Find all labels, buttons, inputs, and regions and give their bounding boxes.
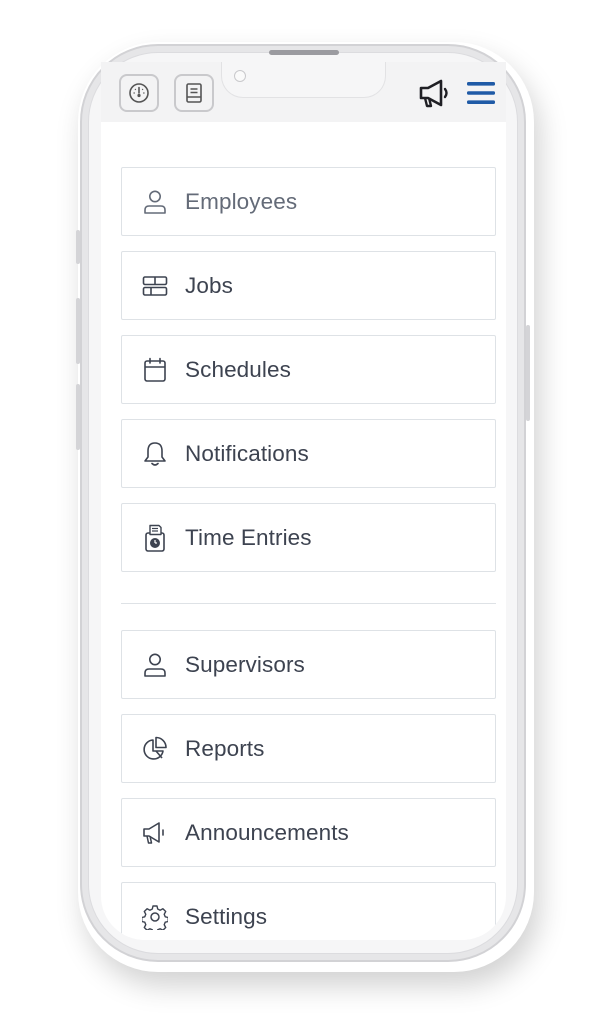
- user-icon: [142, 652, 168, 678]
- dashboard-gauge-icon: [129, 83, 149, 103]
- document-button[interactable]: [174, 74, 214, 112]
- app-screen: Employees Jobs Schedules Notifications T…: [101, 62, 506, 940]
- megaphone-icon: [142, 820, 168, 846]
- menu-item-label: Reports: [185, 735, 265, 761]
- phone-speaker: [269, 50, 339, 55]
- phone-side-button: [76, 298, 80, 364]
- menu-item-announcements[interactable]: Announcements: [121, 798, 496, 867]
- jobs-icon: [142, 273, 168, 299]
- bell-icon: [142, 441, 168, 467]
- hamburger-menu-button[interactable]: [465, 78, 497, 108]
- megaphone-icon: [419, 79, 448, 108]
- menu-item-time-entries[interactable]: Time Entries: [121, 503, 496, 572]
- menu-item-label: Announcements: [185, 819, 349, 845]
- menu-item-label: Jobs: [185, 272, 233, 298]
- phone-notch: [221, 62, 386, 98]
- phone-side-button: [76, 230, 80, 264]
- gear-icon: [142, 904, 168, 930]
- menu-item-label: Settings: [185, 903, 268, 929]
- menu-item-settings[interactable]: Settings: [121, 882, 496, 940]
- phone-side-button: [76, 384, 80, 450]
- user-icon: [142, 189, 168, 215]
- menu-item-supervisors[interactable]: Supervisors: [121, 630, 496, 699]
- menu-item-label: Schedules: [185, 356, 291, 382]
- phone-power-button: [526, 325, 530, 421]
- hamburger-menu-icon: [467, 82, 495, 104]
- dashboard-button[interactable]: [119, 74, 159, 112]
- menu-item-label: Notifications: [185, 440, 309, 466]
- menu-item-jobs[interactable]: Jobs: [121, 251, 496, 320]
- time-clock-icon: [142, 524, 168, 552]
- menu-item-reports[interactable]: Reports: [121, 714, 496, 783]
- menu-item-label: Time Entries: [185, 524, 312, 550]
- announcements-shortcut-button[interactable]: [417, 76, 453, 110]
- menu-item-employees[interactable]: Employees: [121, 167, 496, 236]
- menu-item-notifications[interactable]: Notifications: [121, 419, 496, 488]
- menu-item-label: Employees: [185, 188, 298, 214]
- phone-camera: [234, 70, 246, 82]
- menu-item-schedules[interactable]: Schedules: [121, 335, 496, 404]
- document-icon: [186, 83, 202, 103]
- menu-item-label: Supervisors: [185, 651, 305, 677]
- app-header: [101, 62, 506, 122]
- pie-chart-icon: [142, 736, 168, 762]
- menu-divider: [121, 603, 496, 604]
- calendar-icon: [142, 357, 168, 383]
